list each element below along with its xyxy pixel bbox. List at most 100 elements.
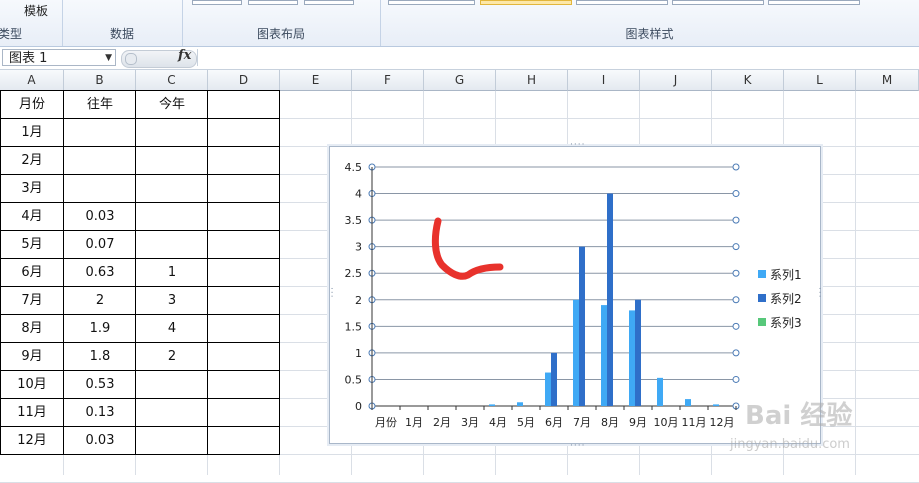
style-thumb-selected[interactable] [480,0,572,5]
table-cell[interactable]: 3 [136,287,208,315]
table-cell[interactable]: 1.9 [64,315,136,343]
column-header-b[interactable]: B [64,70,136,91]
legend-item[interactable]: 系列2 [758,286,802,310]
table-cell[interactable] [136,371,208,399]
table-cell[interactable]: 2 [136,343,208,371]
column-header-d[interactable]: D [208,70,280,91]
table-cell[interactable]: 0.13 [64,399,136,427]
gridline-handle-right [732,322,740,330]
table-cell[interactable]: 10月 [0,371,64,399]
gridline-handle-right [732,216,740,224]
template-button[interactable]: 模板 [24,2,48,19]
legend-item[interactable]: 系列1 [758,262,802,286]
table-cell[interactable] [136,427,208,455]
layout-thumb-1[interactable] [192,0,242,5]
table-cell[interactable]: 12月 [0,427,64,455]
layout-thumb-3[interactable] [304,0,354,5]
table-border [0,118,280,119]
table-cell[interactable]: 2 [64,287,136,315]
table-cell[interactable]: 0.03 [64,203,136,231]
legend-label: 系列1 [770,267,802,282]
table-border [279,90,280,455]
table-cell[interactable] [136,175,208,203]
table-border [0,146,280,147]
gridline-handle-right [732,243,740,251]
grid-column-line [855,91,856,475]
y-tick-label: 4 [355,188,362,201]
table-cell[interactable]: 0.03 [64,427,136,455]
column-header-f[interactable]: F [352,70,424,91]
bar-系列1 [601,305,607,406]
gridline-handle-right [732,349,740,357]
table-cell[interactable]: 5月 [0,231,64,259]
table-cell[interactable] [64,147,136,175]
layout-thumb-2[interactable] [248,0,298,5]
column-header-k[interactable]: K [712,70,784,91]
table-border [0,426,280,427]
column-header-g[interactable]: G [424,70,496,91]
column-header-i[interactable]: I [568,70,640,91]
table-cell[interactable]: 0.63 [64,259,136,287]
column-header-j[interactable]: J [640,70,712,91]
table-cell[interactable] [64,119,136,147]
table-cell[interactable]: 8月 [0,315,64,343]
column-header-h[interactable]: H [496,70,568,91]
style-thumb-1[interactable] [388,0,475,5]
table-border [0,174,280,175]
table-cell[interactable]: 7月 [0,287,64,315]
table-cell[interactable] [136,119,208,147]
column-header-m[interactable]: M [856,70,919,91]
y-tick-label: 0.5 [345,373,363,386]
column-header-a[interactable]: A [0,70,64,91]
table-cell[interactable]: 4 [136,315,208,343]
ribbon-group-data-label: 数据 [109,27,134,41]
bar-系列2 [635,299,641,406]
legend-item[interactable]: 系列3 [758,310,802,334]
name-box[interactable]: 图表 1 ▼ [2,49,116,66]
table-cell[interactable] [64,175,136,203]
table-cell[interactable]: 2月 [0,147,64,175]
gridline-handle-right [732,190,740,198]
style-thumb-3[interactable] [576,0,668,5]
column-header-e[interactable]: E [280,70,352,91]
table-header-cell[interactable]: 今年 [136,91,208,119]
y-tick-label: 2.5 [345,267,363,280]
table-cell[interactable] [136,231,208,259]
table-cell[interactable]: 3月 [0,175,64,203]
table-cell[interactable]: 0.53 [64,371,136,399]
table-cell[interactable] [136,399,208,427]
style-thumb-4[interactable] [672,0,764,5]
table-cell[interactable]: 9月 [0,343,64,371]
y-tick-label: 1 [355,347,362,360]
bar-系列1 [685,399,691,406]
table-border [0,398,280,399]
table-border [0,286,280,287]
chart-legend[interactable]: 系列1 系列2 系列3 [758,262,802,334]
x-tick-label: 1月 [405,416,423,429]
table-cell[interactable]: 4月 [0,203,64,231]
table-cell[interactable]: 11月 [0,399,64,427]
style-thumb-5[interactable] [768,0,860,5]
x-tick-label: 3月 [461,416,479,429]
table-cell[interactable]: 1月 [0,119,64,147]
table-cell[interactable] [136,147,208,175]
legend-swatch [758,318,766,326]
table-header-cell[interactable]: 往年 [64,91,136,119]
formula-input[interactable] [197,49,918,66]
fx-icon[interactable]: fx [178,48,191,63]
table-cell[interactable]: 6月 [0,259,64,287]
table-cell[interactable]: 1.8 [64,343,136,371]
table-header-cell[interactable]: 月份 [0,91,64,119]
table-border [0,314,280,315]
table-cell[interactable]: 0.07 [64,231,136,259]
table-cell[interactable]: 1 [136,259,208,287]
column-header-c[interactable]: C [136,70,208,91]
legend-swatch [758,294,766,302]
chevron-down-icon[interactable]: ▼ [105,50,112,67]
x-tick-label: 5月 [517,416,535,429]
table-cell[interactable] [136,203,208,231]
column-header-l[interactable]: L [784,70,856,91]
gridline-handle-right [732,163,740,171]
bar-系列1 [489,404,495,406]
table-border [0,370,280,371]
